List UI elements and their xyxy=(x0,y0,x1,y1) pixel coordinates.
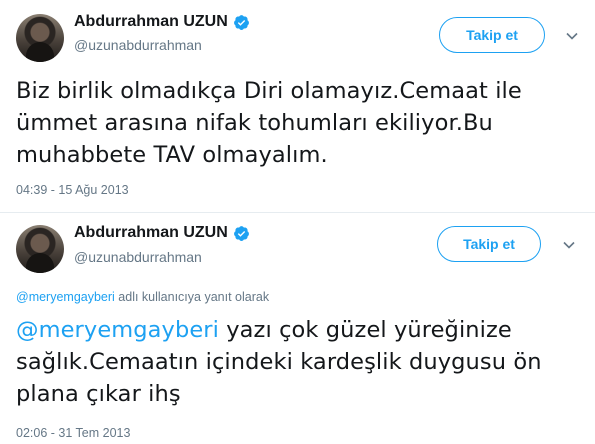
author-name-row[interactable]: Abdurrahman UZUN xyxy=(74,224,250,242)
author-name-row[interactable]: Abdurrahman UZUN xyxy=(74,13,250,31)
chevron-down-icon[interactable] xyxy=(562,238,576,252)
display-name[interactable]: Abdurrahman UZUN xyxy=(74,224,228,242)
tweet-text-line: muhabbete TAV olmayalım. xyxy=(16,142,328,168)
tweet-timestamp[interactable]: 02:06 - 31 Tem 2013 xyxy=(16,426,130,440)
tweet-text-line: Biz birlik olmadıkça Diri olamayız.Cemaa… xyxy=(16,78,522,104)
chevron-down-icon[interactable] xyxy=(565,29,579,43)
tweet-timestamp[interactable]: 04:39 - 15 Ağu 2013 xyxy=(16,183,129,197)
tweet: Abdurrahman UZUN @uzunabdurrahman Takip … xyxy=(0,212,595,444)
mention-link[interactable]: @meryemgayberi xyxy=(16,317,219,343)
tweet: Abdurrahman UZUN @uzunabdurrahman Takip … xyxy=(0,0,595,212)
tweet-text-line: plana çıkar ihş xyxy=(16,381,181,407)
author-handle[interactable]: @uzunabdurrahman xyxy=(74,249,202,265)
reply-context: @meryemgayberi adlı kullanıcıya yanıt ol… xyxy=(16,290,269,304)
author-handle[interactable]: @uzunabdurrahman xyxy=(74,37,202,53)
tweet-text: @meryemgayberi yazı çok güzel yüreğinize… xyxy=(16,314,586,410)
tweet-text-line: @meryemgayberi yazı çok güzel yüreğinize xyxy=(16,314,586,346)
divider xyxy=(0,212,595,213)
verified-icon xyxy=(233,14,249,30)
tweet-text: Biz birlik olmadıkça Diri olamayız.Cemaa… xyxy=(16,75,576,171)
verified-icon xyxy=(233,225,249,241)
tweet-text-line: ümmet arasına nifak tohumları ekiliyor.B… xyxy=(16,110,493,136)
avatar[interactable] xyxy=(16,14,64,62)
reply-context-text: adlı kullanıcıya yanıt olarak xyxy=(114,290,270,304)
tweet-text-line: sağlık.Cemaatın içindeki kardeşlik duygu… xyxy=(16,349,542,375)
follow-button[interactable]: Takip et xyxy=(437,226,541,262)
avatar[interactable] xyxy=(16,225,64,273)
reply-mention-link[interactable]: @meryemgayberi xyxy=(16,290,115,304)
follow-button[interactable]: Takip et xyxy=(439,17,545,53)
display-name[interactable]: Abdurrahman UZUN xyxy=(74,13,228,31)
tweet-text-segment: yazı çok güzel yüreğinize xyxy=(219,317,512,343)
